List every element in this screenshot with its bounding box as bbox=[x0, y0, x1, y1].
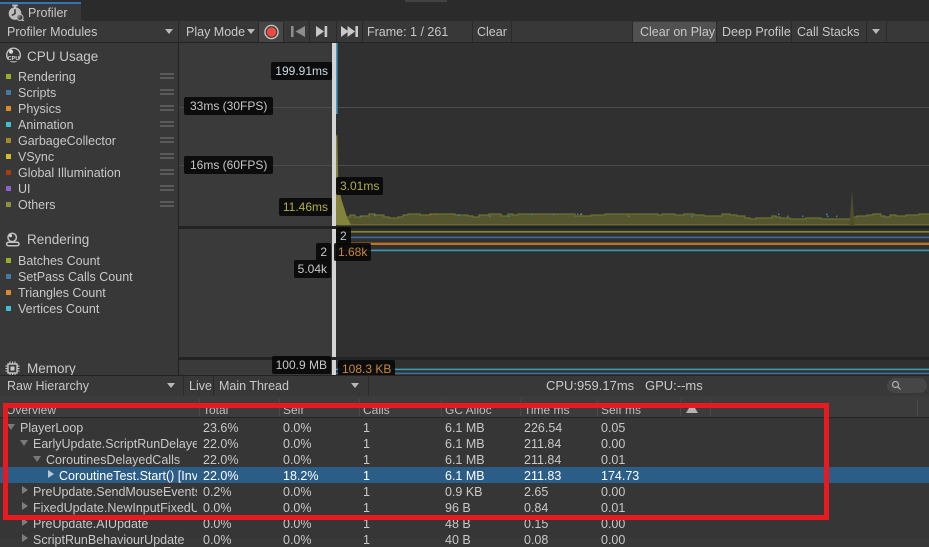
svg-text:CPU: CPU bbox=[8, 56, 20, 62]
